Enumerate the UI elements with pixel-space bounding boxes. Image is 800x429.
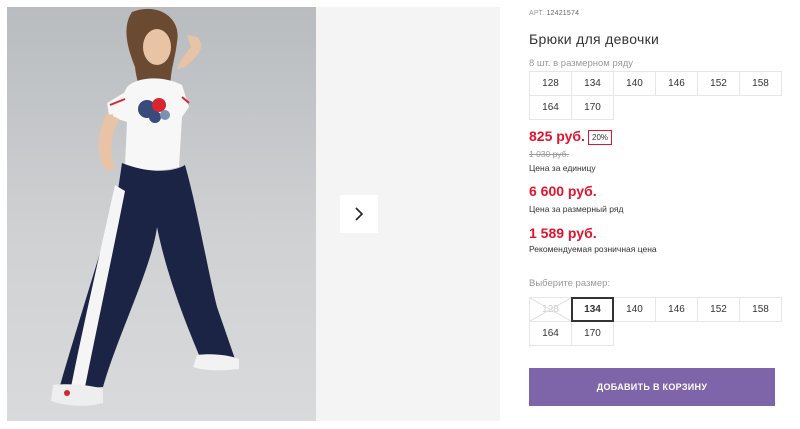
gallery-next-button[interactable] [340, 195, 378, 233]
size-selector: 128 134 140 146 152 158 164 170 [529, 297, 782, 346]
size-row-cell: 164 [529, 95, 572, 120]
article-label: АРТ. [529, 10, 545, 17]
girl-in-pants-illustration [51, 8, 239, 406]
size-row-grid: 128 134 140 146 152 158 164 170 [529, 71, 782, 120]
product-title: Брюки для девочки [529, 31, 660, 47]
size-option[interactable]: 146 [655, 297, 698, 322]
size-row-cell: 128 [529, 71, 572, 96]
chevron-right-icon [355, 207, 364, 221]
article-line: АРТ. 12421574 [529, 10, 579, 17]
size-row-cell: 146 [655, 71, 698, 96]
retail-price: 1 589 руб. [529, 225, 597, 241]
size-option[interactable]: 164 [529, 321, 572, 346]
article-number: 12421574 [546, 10, 580, 17]
choose-size-label: Выберите размер: [529, 278, 611, 289]
size-option-disabled: 128 [529, 297, 572, 322]
discount-badge: 20% [588, 130, 613, 145]
size-row-cell: 152 [697, 71, 740, 96]
unit-price: 825 руб. [529, 128, 585, 144]
size-row-cell: 170 [571, 95, 614, 120]
product-gallery [0, 0, 500, 429]
row-price: 6 600 руб. [529, 183, 597, 199]
product-photo[interactable] [7, 7, 316, 421]
old-price: 1 030 руб. [529, 149, 569, 159]
size-row-cell: 158 [739, 71, 782, 96]
pack-info: 8 шт. в размерном ряду [529, 58, 634, 69]
retail-price-note: Рекомендуемая розничная цена [529, 244, 657, 254]
size-row-cell: 140 [613, 71, 656, 96]
size-option[interactable]: 140 [613, 297, 656, 322]
add-to-cart-button[interactable]: ДОБАВИТЬ В КОРЗИНУ [529, 368, 775, 406]
row-price-note: Цена за размерный ряд [529, 204, 624, 214]
size-option[interactable]: 158 [739, 297, 782, 322]
size-option-selected[interactable]: 134 [571, 297, 614, 322]
size-row-cell: 134 [571, 71, 614, 96]
size-option[interactable]: 152 [697, 297, 740, 322]
unit-price-note: Цена за единицу [529, 163, 596, 173]
size-option[interactable]: 170 [571, 321, 614, 346]
strikethrough-icon [530, 298, 571, 321]
